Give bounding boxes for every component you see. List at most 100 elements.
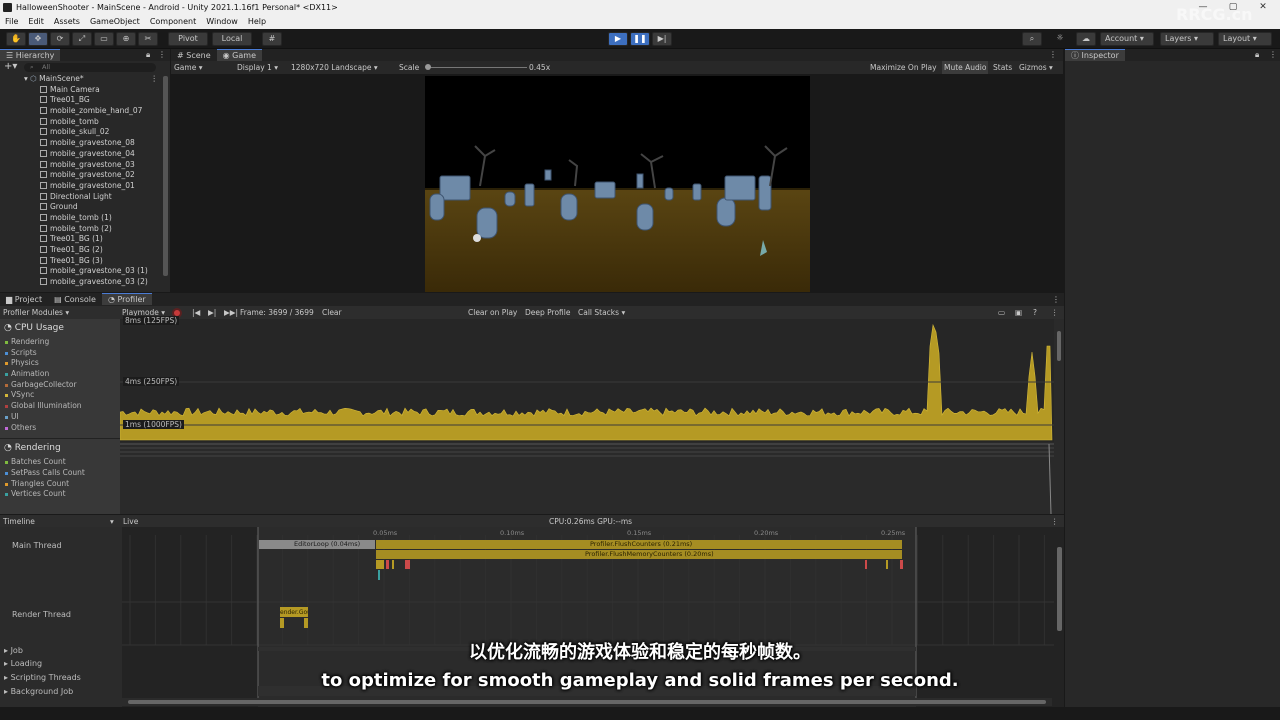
scene-menu-icon[interactable]: ⋮: [151, 74, 159, 85]
hierarchy-item[interactable]: mobile_gravestone_01: [20, 181, 170, 192]
game-view-dropdown[interactable]: Game ▾: [174, 61, 202, 74]
local-toggle[interactable]: Local: [212, 32, 252, 46]
scene-root[interactable]: ▾ ⬡ MainScene* ⋮: [20, 74, 170, 85]
play-button[interactable]: ▶: [608, 32, 628, 46]
more-icon[interactable]: ⋮: [1269, 49, 1277, 61]
hierarchy-search-input[interactable]: ⌕ All: [24, 63, 156, 72]
maximize-on-play-toggle[interactable]: Maximize On Play: [870, 61, 937, 74]
display-dropdown[interactable]: Display 1 ▾: [237, 61, 278, 74]
more-icon[interactable]: ⋮: [1051, 306, 1059, 319]
menu-gameobject[interactable]: GameObject: [85, 15, 145, 29]
cpu-legend-item[interactable]: Rendering: [0, 337, 120, 348]
custom-tool-icon[interactable]: ✂: [138, 32, 158, 46]
hierarchy-item[interactable]: Tree01_BG (2): [20, 245, 170, 256]
hierarchy-item[interactable]: mobile_skull_02: [20, 127, 170, 138]
cpu-legend-item[interactable]: Others: [0, 423, 120, 434]
search-icon[interactable]: ⌕: [1022, 32, 1042, 46]
chart-scrollbar[interactable]: [1057, 331, 1061, 361]
help-icon[interactable]: ?: [1033, 306, 1037, 319]
rotate-tool-icon[interactable]: ⟳: [50, 32, 70, 46]
hierarchy-item[interactable]: mobile_gravestone_03 (2): [20, 277, 170, 288]
hierarchy-item[interactable]: mobile_zombie_hand_07: [20, 106, 170, 117]
menu-help[interactable]: Help: [243, 15, 271, 29]
cpu-usage-module[interactable]: ◔ CPU Usage: [0, 319, 120, 337]
cloud-icon[interactable]: ☁: [1076, 32, 1096, 46]
menu-edit[interactable]: Edit: [23, 15, 49, 29]
last-frame-icon[interactable]: ▶▶|: [224, 306, 238, 319]
account-dropdown[interactable]: Account ▾: [1100, 32, 1154, 46]
hierarchy-item[interactable]: Tree01_BG (3): [20, 256, 170, 267]
game-viewport[interactable]: [425, 76, 810, 292]
rect-tool-icon[interactable]: ▭: [94, 32, 114, 46]
more-icon[interactable]: ⋮: [158, 49, 166, 61]
timeline-horizontal-scrollbar[interactable]: [128, 700, 1046, 704]
tab-console[interactable]: ▤ Console: [48, 294, 102, 306]
hierarchy-item[interactable]: Tree01_BG: [20, 95, 170, 106]
rendering-legend-item[interactable]: Batches Count: [0, 457, 120, 468]
hierarchy-item[interactable]: Ground: [20, 202, 170, 213]
menu-window[interactable]: Window: [201, 15, 243, 29]
add-icon[interactable]: +▾: [4, 61, 17, 72]
sun-icon[interactable]: ☼: [1050, 32, 1070, 46]
next-frame-icon[interactable]: ▶|: [208, 306, 216, 319]
cpu-legend-item[interactable]: Animation: [0, 369, 120, 380]
hierarchy-item[interactable]: Main Camera: [20, 85, 170, 96]
hierarchy-item[interactable]: Tree01_BG (1): [20, 234, 170, 245]
lock-icon[interactable]: 🔒︎: [146, 49, 150, 61]
tab-game[interactable]: ◉ Game: [216, 49, 262, 61]
layout-dropdown[interactable]: Layout ▾: [1218, 32, 1272, 46]
clear-on-play-toggle[interactable]: Clear on Play: [468, 306, 517, 319]
tab-project[interactable]: ▆ Project: [0, 294, 48, 306]
load-icon[interactable]: ▭: [998, 306, 1005, 319]
move-tool-icon[interactable]: ✥: [28, 32, 48, 46]
tab-profiler[interactable]: ◔ Profiler: [101, 293, 152, 305]
pivot-toggle[interactable]: Pivot: [168, 32, 208, 46]
gizmos-dropdown[interactable]: Gizmos ▾: [1019, 61, 1053, 74]
layers-dropdown[interactable]: Layers ▾: [1160, 32, 1214, 46]
deep-profile-toggle[interactable]: Deep Profile: [525, 306, 570, 319]
rendering-module[interactable]: ◔ Rendering: [0, 439, 120, 457]
save-icon[interactable]: ▣: [1015, 306, 1022, 319]
menu-file[interactable]: File: [0, 15, 23, 29]
scale-slider-track[interactable]: [427, 67, 527, 68]
hierarchy-item[interactable]: mobile_gravestone_02: [20, 170, 170, 181]
pause-button[interactable]: ❚❚: [630, 32, 650, 46]
menu-assets[interactable]: Assets: [49, 15, 85, 29]
first-frame-icon[interactable]: |◀: [192, 306, 200, 319]
hierarchy-item[interactable]: Directional Light: [20, 192, 170, 203]
hierarchy-item[interactable]: mobile_gravestone_08: [20, 138, 170, 149]
cpu-legend-item[interactable]: Global Illumination: [0, 401, 120, 412]
hierarchy-item[interactable]: mobile_gravestone_03 (1): [20, 266, 170, 277]
rendering-legend-item[interactable]: Vertices Count: [0, 489, 120, 500]
transform-tool-icon[interactable]: ⊕: [116, 32, 136, 46]
stats-toggle[interactable]: Stats: [993, 61, 1012, 74]
hand-tool-icon[interactable]: ✋: [6, 32, 26, 46]
grid-snap-icon[interactable]: #: [262, 32, 282, 46]
step-button[interactable]: ▶|: [652, 32, 672, 46]
scale-tool-icon[interactable]: ⤢: [72, 32, 92, 46]
call-stacks-dropdown[interactable]: Call Stacks ▾: [578, 306, 625, 319]
more-icon[interactable]: ⋮: [1052, 293, 1060, 306]
close-button[interactable]: ✕: [1248, 0, 1278, 15]
rendering-legend-item[interactable]: Triangles Count: [0, 479, 120, 490]
cpu-legend-item[interactable]: UI: [0, 412, 120, 423]
clear-button[interactable]: Clear: [322, 306, 342, 319]
resolution-dropdown[interactable]: 1280x720 Landscape ▾: [291, 61, 378, 74]
more-icon[interactable]: ⋮: [1049, 49, 1057, 61]
timeline-vertical-scrollbar[interactable]: [1057, 547, 1062, 631]
profiler-chart-area[interactable]: 8ms (125FPS) 4ms (250FPS) 1ms (1000FPS): [120, 316, 1054, 514]
profiler-modules-dropdown[interactable]: Profiler Modules ▾: [3, 306, 69, 319]
hierarchy-item[interactable]: mobile_tomb (1): [20, 213, 170, 224]
mute-audio-toggle[interactable]: Mute Audio: [942, 61, 989, 74]
rendering-legend-item[interactable]: SetPass Calls Count: [0, 468, 120, 479]
lock-icon[interactable]: 🔒︎: [1255, 49, 1259, 61]
hierarchy-item[interactable]: mobile_tomb (2): [20, 224, 170, 235]
cpu-legend-item[interactable]: Scripts: [0, 348, 120, 359]
hierarchy-item[interactable]: mobile_tomb: [20, 117, 170, 128]
scale-slider-handle[interactable]: [425, 64, 431, 70]
cpu-legend-item[interactable]: Physics: [0, 358, 120, 369]
hierarchy-scrollbar[interactable]: [163, 76, 168, 276]
menu-component[interactable]: Component: [145, 15, 201, 29]
hierarchy-item[interactable]: mobile_gravestone_04: [20, 149, 170, 160]
cpu-legend-item[interactable]: GarbageCollector: [0, 380, 120, 391]
